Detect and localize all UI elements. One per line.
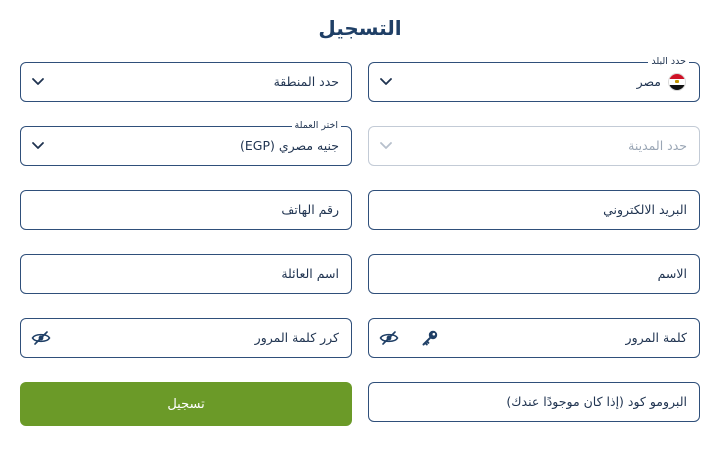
chevron-down-icon — [380, 78, 392, 85]
first-name-input[interactable]: الاسم — [368, 254, 700, 294]
phone-input[interactable]: رقم الهاتف — [20, 190, 352, 230]
region-select[interactable]: حدد المنطقة — [20, 62, 352, 102]
egypt-flag-icon — [669, 74, 685, 90]
city-placeholder: حدد المدينة — [628, 138, 687, 153]
eye-slash-icon[interactable] — [379, 330, 399, 346]
page-title: التسجيل — [318, 16, 402, 40]
email-placeholder: البريد الالكتروني — [603, 202, 687, 217]
currency-select[interactable]: اختر العملة جنيه مصري (EGP) — [20, 119, 352, 166]
password-placeholder: كلمة المرور — [625, 330, 687, 345]
promo-code-input[interactable]: البرومو كود (إذا كان موجودًا عندك) — [368, 382, 700, 422]
city-select[interactable]: حدد المدينة — [368, 126, 700, 166]
register-button[interactable]: تسجيل — [20, 382, 352, 426]
phone-placeholder: رقم الهاتف — [281, 202, 339, 217]
currency-value: جنيه مصري (EGP) — [239, 138, 339, 153]
eye-slash-icon[interactable] — [31, 330, 51, 346]
first-name-placeholder: الاسم — [657, 266, 687, 281]
chevron-down-icon — [32, 142, 44, 149]
confirm-password-input[interactable]: كرر كلمة المرور — [20, 318, 352, 358]
region-placeholder: حدد المنطقة — [273, 74, 339, 89]
country-select[interactable]: حدد البلد مصر — [368, 55, 700, 102]
last-name-input[interactable]: اسم العائلة — [20, 254, 352, 294]
promo-placeholder: البرومو كود (إذا كان موجودًا عندك) — [506, 394, 687, 409]
country-value: مصر — [636, 74, 661, 89]
last-name-placeholder: اسم العائلة — [281, 266, 339, 281]
confirm-password-placeholder: كرر كلمة المرور — [254, 330, 339, 345]
chevron-down-icon — [380, 142, 392, 149]
key-icon[interactable] — [421, 329, 439, 347]
email-input[interactable]: البريد الالكتروني — [368, 190, 700, 230]
chevron-down-icon — [32, 78, 44, 85]
password-input[interactable]: كلمة المرور — [368, 318, 700, 358]
